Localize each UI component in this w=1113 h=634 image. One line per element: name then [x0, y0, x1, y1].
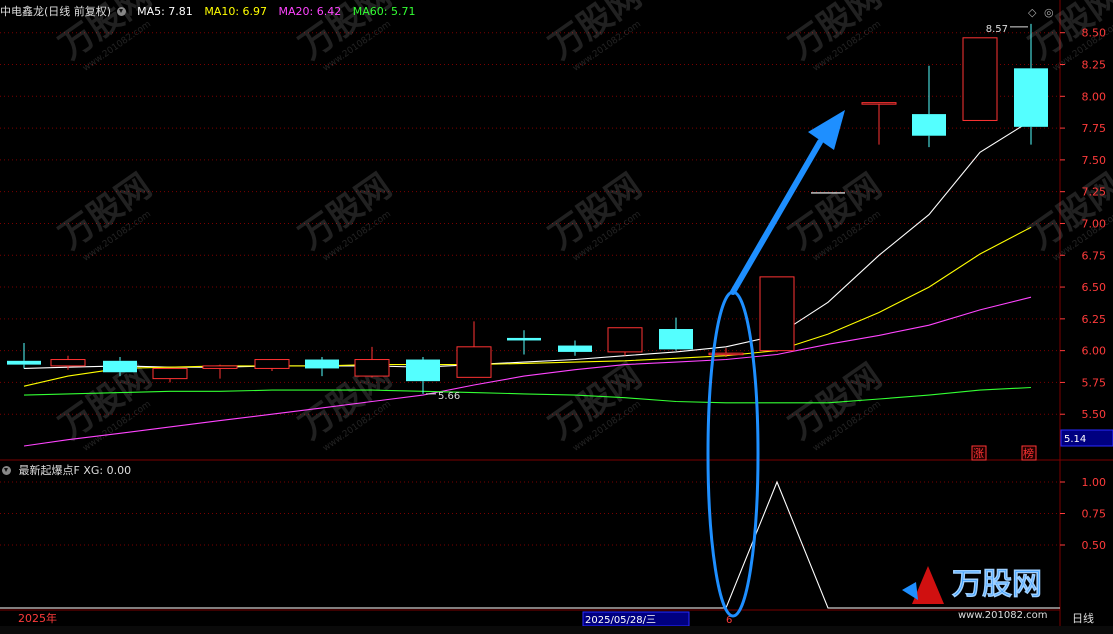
period-label: 日线 [1072, 611, 1094, 625]
overlays: 8.575.665.14涨 榜◇ ◎2025年 2025/05/28/三 6 日线万股网w… [18, 6, 1113, 627]
highlight-ellipse [706, 290, 760, 618]
stock-title[interactable]: 中电鑫龙(日线 前复权) [0, 5, 111, 18]
kline-chart[interactable]: 万股网www.201082.com 万股网www.201082.com 万股网www… [0, 0, 1113, 634]
y-tick-label: 7.00 [1082, 217, 1107, 230]
y-tick-label: 7.25 [1082, 186, 1107, 199]
candle [759, 276, 795, 352]
tag-rank: 榜 [1023, 446, 1034, 460]
ma10-label: MA10: 6.97 [204, 5, 268, 18]
logo-url: www.201082.com [958, 610, 1048, 621]
price-axis: 8.50 8.25 8.00 7.75 7.50 7.25 7.00 6.75 6.50 6.25… [1060, 27, 1106, 552]
y-tick-label: 8.25 [1082, 59, 1107, 72]
arrow-head [808, 110, 845, 150]
chart-header: 中电鑫龙(日线 前复权) MA5: 7.81 MA10: 6.97 MA20: … [0, 3, 423, 19]
watermark: 万股网www.201082.com [542, 0, 648, 74]
y-tick-label: 7.50 [1082, 154, 1107, 167]
indicator-name[interactable]: 最新起爆点F [19, 464, 80, 477]
candle [406, 356, 440, 394]
chevron-down-icon[interactable] [116, 7, 126, 16]
candle [607, 327, 643, 356]
site-logo: 万股网 www.201082.com [902, 566, 1048, 621]
y-tick-label: 5.75 [1082, 376, 1107, 389]
candle-body [558, 345, 592, 352]
diamond-icon: ◇ [1028, 6, 1037, 19]
candle-body [759, 276, 795, 352]
date-box-text: 2025/05/28/三 [585, 615, 656, 626]
candle [558, 340, 592, 356]
y-tick-label: 6.75 [1082, 249, 1107, 262]
sub-y-tick-label: 0.75 [1082, 508, 1107, 521]
logo-text: 万股网 [952, 567, 1042, 602]
candle [152, 367, 188, 383]
candle-body [103, 360, 137, 373]
logo-arrow-blue [902, 582, 918, 600]
y-tick-label: 8.50 [1082, 27, 1107, 40]
candle [7, 343, 41, 369]
candle [912, 65, 946, 148]
price-plot [7, 23, 1048, 447]
ma5-label: MA5: 7.81 [137, 5, 193, 18]
bottom-toolbar[interactable] [0, 626, 1113, 634]
y-tick-label: 6.25 [1082, 313, 1107, 326]
candle-body [507, 337, 541, 341]
tag-up: 涨 [973, 447, 984, 460]
candle [456, 321, 492, 378]
watermark: 万股网www.201082.com [292, 166, 398, 264]
candle-body [50, 359, 86, 367]
candle-body [152, 367, 188, 380]
candle-body [202, 365, 238, 369]
candle [305, 356, 339, 377]
candle-body [456, 346, 492, 378]
candle-body [962, 37, 998, 121]
chevron-down-icon[interactable] [2, 466, 11, 475]
candle-body [659, 329, 693, 350]
candle-body [1014, 68, 1048, 127]
sub-y-tick-label: 1.00 [1082, 476, 1107, 489]
low-price-label: 5.66 [438, 391, 460, 402]
y-tick-label: 7.75 [1082, 122, 1107, 135]
candle-body [912, 114, 946, 136]
grid [0, 0, 1113, 634]
watermarks: 万股网www.201082.com 万股网www.201082.com 万股网www… [52, 0, 1113, 454]
candle-body [7, 360, 41, 365]
indicator-value: XG: 0.00 [83, 464, 132, 477]
indicator-header: 最新起爆点F XG: 0.00 [0, 462, 131, 478]
ma60-label: MA60: 5.71 [352, 5, 416, 18]
candle-body [406, 359, 440, 382]
y-tick-label: 5.50 [1082, 408, 1107, 421]
year-label: 2025年 [18, 611, 57, 625]
settings-icon: ◎ [1044, 6, 1054, 19]
watermark: 万股网www.201082.com [782, 356, 888, 454]
watermark: 万股网www.201082.com [52, 166, 158, 264]
candle-body [861, 102, 897, 105]
price-box-text: 5.14 [1064, 434, 1086, 445]
watermark: 万股网www.201082.com [542, 166, 648, 264]
candle [354, 346, 390, 378]
high-price-label: 8.57 [986, 24, 1008, 35]
candle-body [607, 327, 643, 353]
candle-body [305, 359, 339, 369]
y-tick-label: 6.50 [1082, 281, 1107, 294]
sub-y-tick-label: 0.50 [1082, 539, 1107, 552]
candle [861, 102, 897, 145]
candle [254, 359, 290, 371]
candle-body [354, 359, 390, 377]
candle [659, 317, 693, 351]
candle [962, 37, 998, 121]
candle-body [254, 359, 290, 369]
ma-line-ma5 [23, 120, 1032, 369]
candle [202, 364, 238, 379]
y-tick-label: 8.00 [1082, 90, 1107, 103]
ma20-label: MA20: 6.42 [278, 5, 342, 18]
y-tick-label: 6.00 [1082, 345, 1107, 358]
watermark: 万股网www.201082.com [782, 0, 888, 74]
